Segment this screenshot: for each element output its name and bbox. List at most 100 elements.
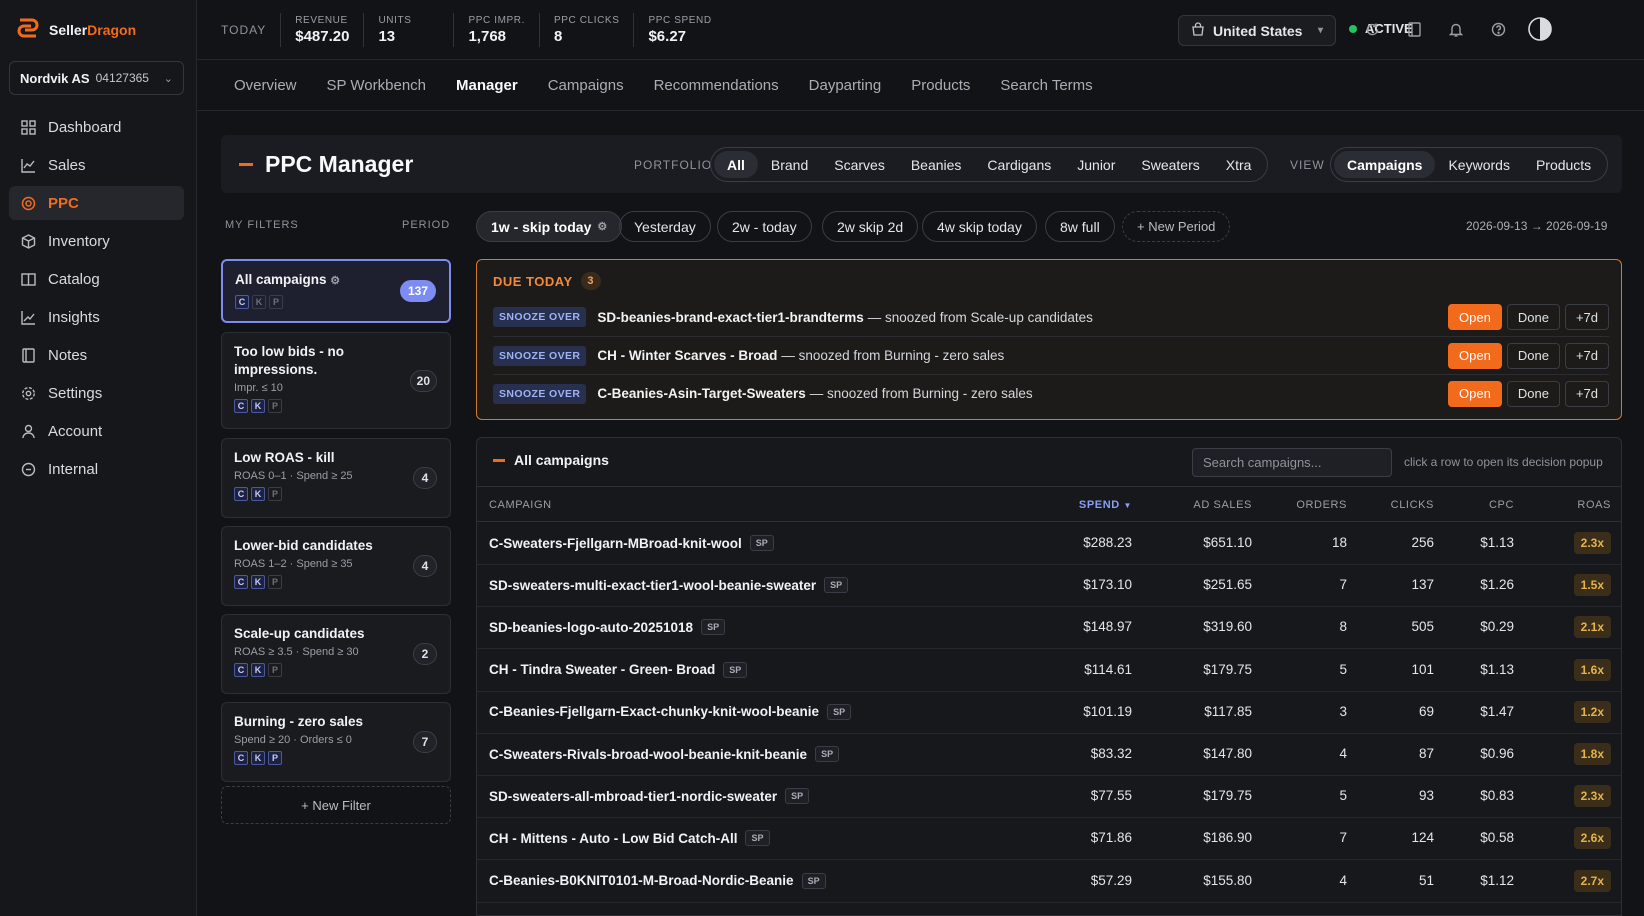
done-button[interactable]: Done [1506, 304, 1560, 330]
brand-logo[interactable]: SellerDragon [16, 17, 136, 42]
chip-k[interactable]: K [251, 487, 265, 501]
tab-manager[interactable]: Manager [456, 77, 518, 94]
new-period-button[interactable]: + New Period [1122, 211, 1231, 242]
portfolio-option-all[interactable]: All [714, 151, 758, 178]
table-row[interactable]: C-Sweaters-Rivals-broad-wool-beanie-knit… [477, 734, 1621, 776]
period-2w-skip-2d[interactable]: 2w skip 2d [822, 211, 919, 242]
table-row[interactable]: SD-beanies-logo-auto-20251018 SP $148.97 $3… [477, 607, 1621, 650]
chip-k[interactable]: K [251, 575, 265, 589]
table-row[interactable]: C-Beanies-B0KNIT0101-M-Broad-Nordic-Bean… [477, 861, 1621, 903]
table-row[interactable]: C-Beanies-Fjellgarn-Exact-chunky-knit-wo… [477, 692, 1621, 734]
table-row[interactable]: C-Sweaters-Fjellgarn-MBroad-knit-wool SP $… [477, 523, 1621, 565]
due-campaign-name[interactable]: C-Beanies-Asin-Target-Sweaters [597, 386, 805, 401]
filter-card-lower-bid-candidates[interactable]: Lower-bid candidates ROAS 1–2 · Spend ≥ … [221, 526, 451, 606]
portfolio-option-junior[interactable]: Junior [1064, 151, 1128, 178]
chip-p[interactable]: P [268, 399, 282, 413]
bell-icon[interactable] [1446, 19, 1466, 39]
tab-overview[interactable]: Overview [234, 77, 297, 94]
tab-products[interactable]: Products [911, 77, 970, 94]
open-button[interactable]: Open [1448, 380, 1502, 407]
portfolio-option-scarves[interactable]: Scarves [821, 151, 898, 178]
chip-c[interactable]: C [234, 399, 248, 413]
portfolio-option-beanies[interactable]: Beanies [898, 151, 975, 178]
column-header-clicks[interactable]: CLICKS [1391, 499, 1434, 511]
table-row[interactable]: SD-sweaters-multi-exact-tier1-wool-beani… [477, 565, 1621, 608]
country-selector[interactable]: United States ▾ [1178, 15, 1336, 46]
tab-search-terms[interactable]: Search Terms [1000, 77, 1092, 94]
tab-sp-workbench[interactable]: SP Workbench [327, 77, 427, 94]
chip-p[interactable]: P [269, 295, 283, 309]
gear-icon[interactable]: ⚙ [330, 275, 340, 287]
table-row[interactable]: CH - Mittens - Auto - Low Bid Catch-All S… [477, 818, 1621, 861]
done-button[interactable]: Done [1506, 380, 1560, 407]
filter-card-all-campaigns[interactable]: All campaigns ⚙ CKP 137 [221, 259, 451, 323]
chip-p[interactable]: P [268, 575, 282, 589]
filter-card-burning-zero-sales[interactable]: Burning - zero sales Spend ≥ 20 · Orders… [221, 702, 451, 782]
portfolio-option-cardigans[interactable]: Cardigans [974, 151, 1064, 178]
search-campaigns-input[interactable]: Search campaigns... [1192, 448, 1392, 477]
help-icon[interactable] [1488, 19, 1508, 39]
period-2w-today[interactable]: 2w - today [717, 211, 812, 242]
column-header-cpc[interactable]: CPC [1489, 499, 1514, 511]
filter-card-low-roas-kill[interactable]: Low ROAS - kill ROAS 0–1 · Spend ≥ 25 CK… [221, 438, 451, 518]
sidebar-item-inventory[interactable]: Inventory [9, 224, 184, 258]
sidebar-item-catalog[interactable]: Catalog [9, 262, 184, 296]
collapse-icon[interactable] [493, 458, 505, 462]
chip-c[interactable]: C [234, 575, 248, 589]
chip-k[interactable]: K [252, 295, 266, 309]
account-switcher[interactable]: Nordvik AS 04127365 ⌄ [9, 61, 184, 95]
chip-p[interactable]: P [268, 751, 282, 765]
sidebar-item-settings[interactable]: Settings [9, 376, 184, 410]
chip-k[interactable]: K [251, 399, 265, 413]
portfolio-option-brand[interactable]: Brand [758, 151, 821, 178]
tab-campaigns[interactable]: Campaigns [548, 77, 624, 94]
open-button[interactable]: Open [1448, 304, 1502, 330]
portfolio-option-sweaters[interactable]: Sweaters [1128, 151, 1212, 178]
sidebar-item-dashboard[interactable]: Dashboard [9, 110, 184, 144]
view-option-keywords[interactable]: Keywords [1435, 151, 1522, 178]
tab-recommendations[interactable]: Recommendations [654, 77, 779, 94]
chip-k[interactable]: K [251, 751, 265, 765]
sidebar-item-account[interactable]: Account [9, 414, 184, 448]
column-header-roas[interactable]: ROAS [1577, 499, 1611, 511]
table-row[interactable]: CH - Tindra Sweater - Green- Broad SP $114… [477, 650, 1621, 692]
snooze-7d-button[interactable]: +7d [1564, 380, 1609, 407]
view-option-products[interactable]: Products [1523, 151, 1604, 178]
portfolio-option-xtra[interactable]: Xtra [1213, 151, 1265, 178]
chip-p[interactable]: P [268, 487, 282, 501]
column-header-ad-sales[interactable]: AD SALES [1193, 499, 1252, 511]
view-option-campaigns[interactable]: Campaigns [1334, 151, 1436, 178]
open-button[interactable]: Open [1448, 342, 1502, 369]
sidebar-item-ppc[interactable]: PPC [9, 186, 184, 220]
chip-c[interactable]: C [235, 295, 249, 309]
done-button[interactable]: Done [1506, 342, 1560, 369]
gear-icon[interactable]: ⚙ [597, 220, 607, 233]
sidebar-item-internal[interactable]: Internal [9, 452, 184, 486]
table-row[interactable]: SD-sweaters-all-mbroad-tier1-nordic-swea… [477, 776, 1621, 819]
theme-toggle-icon[interactable] [1528, 17, 1552, 41]
column-header-orders[interactable]: ORDERS [1296, 499, 1347, 511]
sidebar-item-insights[interactable]: Insights [9, 300, 184, 334]
filter-card-scale-up-candidates[interactable]: Scale-up candidates ROAS ≥ 3.5 · Spend ≥… [221, 614, 451, 694]
document-icon[interactable] [1404, 19, 1424, 39]
due-campaign-name[interactable]: CH - Winter Scarves - Broad [597, 348, 777, 363]
sidebar-item-notes[interactable]: Notes [9, 338, 184, 372]
column-header-spend[interactable]: SPEND ▼ [1079, 499, 1132, 511]
period-yesterday[interactable]: Yesterday [619, 211, 711, 242]
collapse-icon[interactable] [239, 162, 253, 166]
chip-c[interactable]: C [234, 751, 248, 765]
period-4w-skip-today[interactable]: 4w skip today [922, 211, 1037, 242]
sidebar-item-sales[interactable]: Sales [9, 148, 184, 182]
new-filter-button[interactable]: + New Filter [221, 786, 451, 824]
chip-k[interactable]: K [251, 663, 265, 677]
snooze-7d-button[interactable]: +7d [1564, 342, 1609, 369]
period-8w-full[interactable]: 8w full [1045, 211, 1115, 242]
period-1w-skip-today[interactable]: 1w - skip today ⚙ [476, 211, 623, 242]
filter-card-too-low-bids[interactable]: Too low bids - no impressions. Impr. ≤ 1… [221, 332, 451, 429]
chip-c[interactable]: C [234, 663, 248, 677]
chip-p[interactable]: P [268, 663, 282, 677]
snooze-7d-button[interactable]: +7d [1564, 304, 1609, 330]
chip-c[interactable]: C [234, 487, 248, 501]
column-header-campaign[interactable]: CAMPAIGN [489, 499, 552, 511]
refresh-icon[interactable] [1362, 19, 1382, 39]
